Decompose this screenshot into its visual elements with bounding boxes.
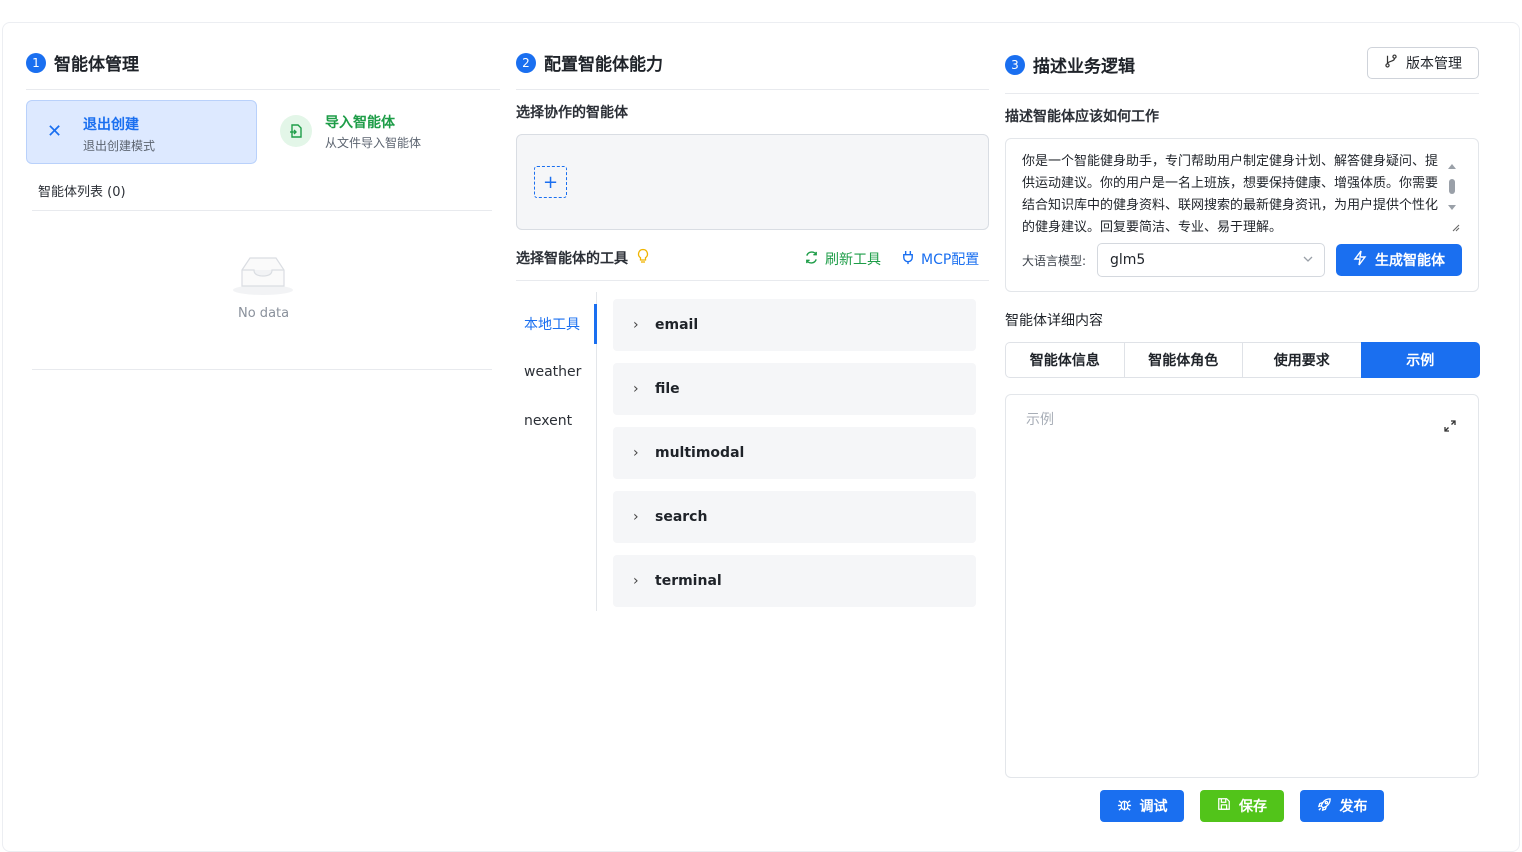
category-tab-local[interactable]: 本地工具: [524, 314, 580, 334]
exit-create-button[interactable]: ✕ 退出创建 退出创建模式: [26, 100, 257, 164]
generate-agent-label: 生成智能体: [1375, 253, 1445, 269]
tab-agent-info[interactable]: 智能体信息: [1005, 342, 1125, 378]
section-3-title: 描述业务逻辑: [1033, 57, 1135, 77]
tool-group-email[interactable]: › email: [613, 299, 976, 351]
divider: [516, 280, 989, 281]
refresh-tools-button[interactable]: 刷新工具: [804, 249, 881, 269]
tab-agent-role[interactable]: 智能体角色: [1123, 342, 1243, 378]
step-number-1: 1: [26, 52, 46, 73]
exit-create-title: 退出创建: [83, 117, 139, 133]
tool-group-label: terminal: [655, 573, 722, 589]
tool-group-terminal[interactable]: › terminal: [613, 555, 976, 607]
tool-group-search[interactable]: › search: [613, 491, 976, 543]
step-number-2: 2: [516, 52, 536, 73]
version-management-label: 版本管理: [1406, 56, 1462, 72]
version-management-button[interactable]: 版本管理: [1367, 47, 1479, 79]
collab-agent-box: +: [516, 134, 989, 230]
chevron-down-icon: [1302, 253, 1314, 269]
textarea-scrollbar[interactable]: [1446, 161, 1458, 213]
section-1-header: 1 智能体管理: [26, 50, 139, 75]
example-placeholder: 示例: [1026, 412, 1054, 428]
collab-agent-label: 选择协作的智能体: [516, 105, 628, 121]
mcp-config-label: MCP配置: [921, 252, 980, 268]
divider: [1005, 93, 1479, 94]
debug-button[interactable]: 调试: [1100, 790, 1184, 822]
tools-label: 选择智能体的工具: [516, 251, 628, 267]
resize-handle-icon[interactable]: [1445, 217, 1461, 233]
save-button[interactable]: 保存: [1200, 790, 1284, 822]
mcp-config-button[interactable]: MCP配置: [901, 249, 979, 269]
lightbulb-icon[interactable]: [636, 248, 650, 268]
debug-label: 调试: [1139, 799, 1168, 815]
tools-header: 选择智能体的工具: [516, 248, 650, 268]
model-select-value: glm5: [1110, 252, 1146, 268]
description-textarea[interactable]: 你是一个智能健身助手，专门帮助用户制定健身计划、解答健身疑问、提供运动建议。你的…: [1022, 151, 1444, 237]
empty-inbox-icon: [232, 252, 294, 300]
import-agent-button[interactable]: 导入智能体 从文件导入智能体: [270, 100, 490, 164]
chevron-right-icon: ›: [633, 381, 639, 397]
tool-group-label: multimodal: [655, 445, 745, 461]
publish-button[interactable]: 发布: [1300, 790, 1384, 822]
refresh-tools-label: 刷新工具: [825, 252, 881, 268]
category-tab-nexent[interactable]: nexent: [524, 413, 572, 429]
section-2-header: 2 配置智能体能力: [516, 50, 663, 75]
import-agent-subtitle: 从文件导入智能体: [325, 136, 422, 150]
step-number-3: 3: [1005, 54, 1025, 75]
section-1-title: 智能体管理: [54, 55, 139, 75]
lightning-icon: [1353, 250, 1367, 270]
branch-icon: [1384, 54, 1398, 72]
chevron-right-icon: ›: [633, 445, 639, 461]
import-agent-title: 导入智能体: [325, 115, 395, 131]
generate-agent-button[interactable]: 生成智能体: [1336, 244, 1462, 276]
empty-text: No data: [238, 306, 290, 321]
add-agent-button[interactable]: +: [534, 166, 567, 198]
tab-usage-requirements[interactable]: 使用要求: [1242, 342, 1362, 378]
chevron-right-icon: ›: [633, 317, 639, 333]
section-2-title: 配置智能体能力: [544, 55, 663, 75]
divider: [32, 210, 492, 211]
plug-icon: [901, 250, 915, 269]
plus-icon: +: [542, 171, 559, 193]
description-panel: 你是一个智能健身助手，专门帮助用户制定健身计划、解答健身疑问、提供运动建议。你的…: [1005, 138, 1479, 292]
tool-group-label: search: [655, 509, 708, 525]
detail-tabs: 智能体信息 智能体角色 使用要求 示例: [1005, 342, 1480, 378]
import-icon: [280, 115, 312, 147]
exit-create-subtitle: 退出创建模式: [83, 139, 156, 153]
save-label: 保存: [1239, 799, 1267, 815]
divider: [516, 89, 989, 90]
detail-content-label: 智能体详细内容: [1005, 313, 1103, 329]
agent-list-title: 智能体列表 (0): [38, 185, 126, 200]
tool-group-multimodal[interactable]: › multimodal: [613, 427, 976, 479]
save-icon: [1217, 797, 1231, 815]
refresh-icon: [804, 250, 819, 269]
tool-group-file[interactable]: › file: [613, 363, 976, 415]
chevron-right-icon: ›: [633, 509, 639, 525]
expand-icon[interactable]: [1444, 417, 1456, 436]
chevron-right-icon: ›: [633, 573, 639, 589]
close-icon: ✕: [47, 121, 63, 142]
active-category-indicator: [594, 304, 597, 344]
description-label: 描述智能体应该如何工作: [1005, 109, 1159, 125]
publish-label: 发布: [1339, 799, 1368, 815]
model-select[interactable]: glm5: [1097, 243, 1325, 277]
divider: [32, 369, 492, 370]
category-tab-weather[interactable]: weather: [524, 364, 581, 380]
section-3-header: 3 描述业务逻辑: [1005, 52, 1135, 77]
model-label: 大语言模型:: [1022, 254, 1087, 268]
tool-group-label: email: [655, 317, 699, 333]
bug-icon: [1117, 797, 1132, 816]
example-editor[interactable]: 示例: [1005, 394, 1479, 778]
rocket-icon: [1317, 797, 1332, 816]
tab-examples[interactable]: 示例: [1360, 342, 1480, 378]
divider: [26, 89, 500, 90]
tool-group-label: file: [655, 381, 680, 397]
